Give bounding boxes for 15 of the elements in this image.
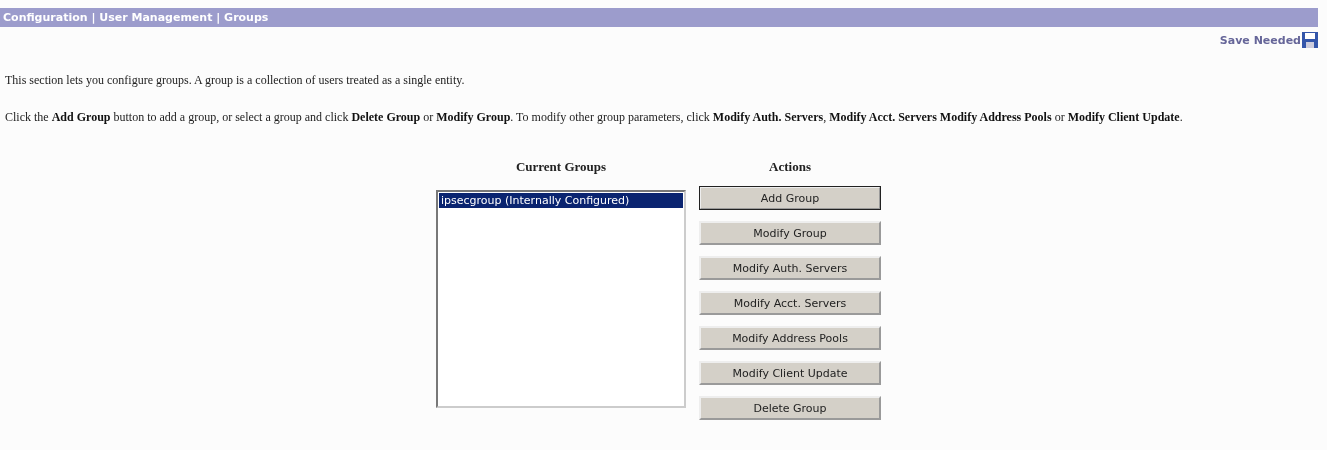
save-status: Save Needed	[1219, 33, 1301, 47]
action-button[interactable]: Modify Address Pools	[699, 326, 881, 350]
action-button[interactable]: Modify Auth. Servers	[699, 256, 881, 280]
action-button[interactable]: Delete Group	[699, 396, 881, 420]
action-button[interactable]: Modify Acct. Servers	[699, 291, 881, 315]
breadcrumb: Configuration | User Management | Groups	[2, 11, 269, 24]
groups-listbox[interactable]: ipsecgroup (Internally Configured)	[436, 190, 686, 408]
action-button[interactable]: Add Group	[699, 186, 881, 210]
intro-text: This section lets you configure groups. A group is a collection of users treated as a single entity.	[5, 72, 466, 88]
column-heading: Current Groups	[515, 159, 607, 175]
column-heading: Actions	[769, 159, 811, 175]
instructions-text: Click the Add Group button to add a group, or select a group and click Delete Group or Modify Group. To modify other group parameters, click Modify Auth. Servers, Modify Acct. Servers Modify Address Pools or Modify Client Update.	[5, 109, 1184, 125]
action-button[interactable]: Modify Group	[699, 221, 881, 245]
list-item[interactable]: ipsecgroup (Internally Configured)	[439, 193, 683, 208]
action-button[interactable]: Modify Client Update	[699, 361, 881, 385]
